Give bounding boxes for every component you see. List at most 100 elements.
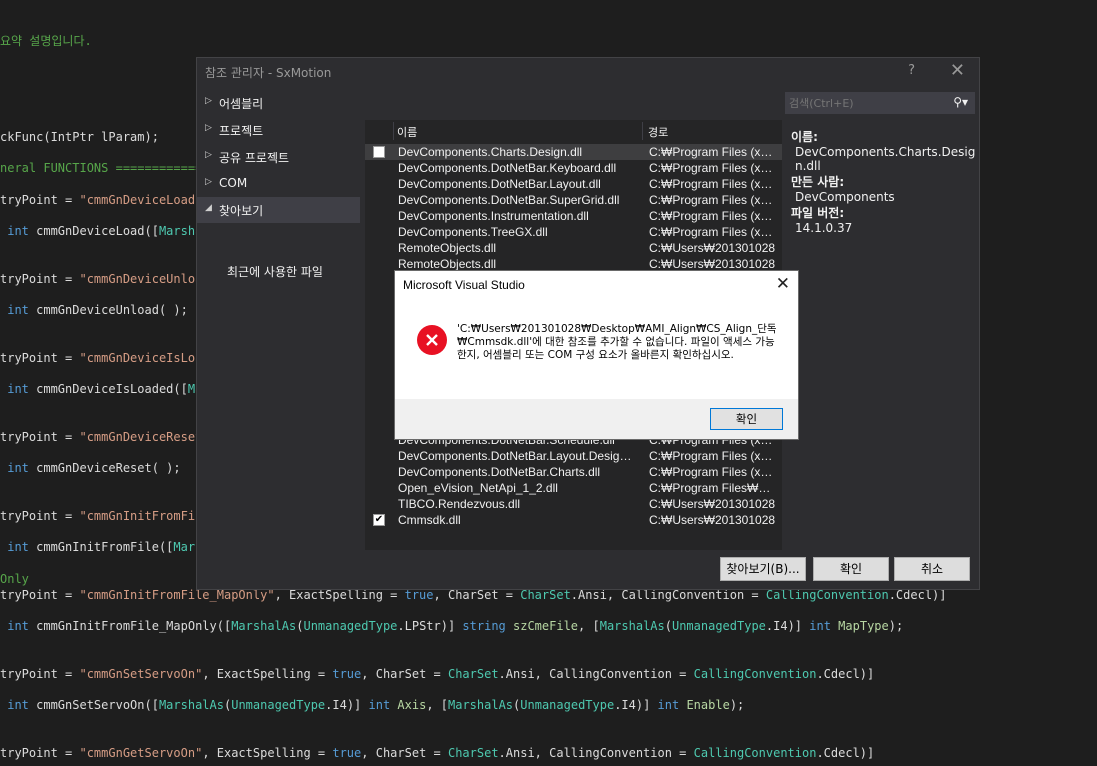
reference-name: Open_eVision_NetApi_1_2.dll bbox=[398, 481, 558, 495]
column-header-path[interactable]: 경로 bbox=[648, 124, 668, 140]
code-token: UnmanagedType bbox=[520, 698, 615, 712]
code-line: int cmmGnSetServoOn([MarshalAs(Unmanaged… bbox=[0, 697, 744, 713]
reference-name: DevComponents.DotNetBar.Layout.Design.dl… bbox=[398, 449, 638, 463]
code-token: neral FUNCTIONS =============== bbox=[0, 161, 224, 175]
code-token: int bbox=[0, 382, 37, 396]
code-token: tryPoint = bbox=[0, 588, 80, 602]
code-token: int bbox=[368, 698, 398, 712]
expand-arrow-icon: ▷ bbox=[205, 177, 212, 187]
list-item[interactable]: DevComponents.DotNetBar.SuperGrid.dll C:₩… bbox=[365, 192, 782, 208]
reference-name: DevComponents.DotNetBar.SuperGrid.dll bbox=[398, 193, 620, 207]
list-item[interactable]: ✔ Cmmsdk.dll C:₩Users₩201301028 bbox=[365, 512, 782, 528]
search-box[interactable]: ⚲▾ bbox=[785, 92, 975, 114]
reference-name: RemoteObjects.dll bbox=[398, 257, 497, 271]
list-item[interactable]: DevComponents.Instrumentation.dll C:₩Prog… bbox=[365, 208, 782, 224]
code-token: , ExactSpelling = bbox=[202, 746, 333, 760]
list-item[interactable]: DevComponents.DotNetBar.Keyboard.dll C:₩P… bbox=[365, 160, 782, 176]
reference-name: DevComponents.DotNetBar.Charts.dll bbox=[398, 465, 601, 479]
reference-name: DevComponents.Instrumentation.dll bbox=[398, 209, 589, 223]
code-token: int bbox=[0, 540, 37, 554]
message-box-title: Microsoft Visual Studio bbox=[403, 278, 525, 292]
reference-path: C:₩Program Files (x86) bbox=[649, 225, 777, 239]
code-token: .Ansi, CallingConvention = bbox=[498, 667, 694, 681]
nav-item-shared-projects[interactable]: ▷ 공유 프로젝트 bbox=[197, 144, 360, 170]
reference-name: DevComponents.TreeGX.dll bbox=[398, 225, 548, 239]
code-token: "cmmGnDeviceReset" bbox=[79, 430, 210, 444]
column-header-name[interactable]: 이름 bbox=[397, 124, 417, 140]
dialog-title: 참조 관리자 - SxMotion bbox=[205, 66, 332, 80]
reference-name: DevComponents.DotNetBar.Keyboard.dll bbox=[398, 161, 617, 175]
code-token: , ExactSpelling = bbox=[274, 588, 405, 602]
code-token: .LPStr)] bbox=[397, 619, 463, 633]
code-token: .Cdecl)] bbox=[816, 667, 875, 681]
nav-item-projects[interactable]: ▷ 프로젝트 bbox=[197, 117, 360, 143]
ok-button[interactable]: 확인 bbox=[813, 557, 889, 581]
code-token: "cmmGnGetServoOn" bbox=[79, 746, 203, 760]
code-token: UnmanagedType bbox=[671, 619, 766, 633]
reference-path: C:₩Program Files (x86) bbox=[649, 465, 777, 479]
code-token: ( bbox=[664, 619, 672, 633]
nav-label: COM bbox=[219, 176, 248, 190]
code-token: "cmmGnInitFromFile bbox=[79, 509, 210, 523]
collapse-arrow-icon: ◢ bbox=[205, 203, 212, 213]
reference-path: C:₩Program Files (x86) bbox=[649, 177, 777, 191]
close-button[interactable]: ✕ bbox=[776, 274, 790, 294]
nav-item-assemblies[interactable]: ▷ 어셈블리 bbox=[197, 90, 360, 116]
code-line: Only bbox=[0, 571, 29, 587]
code-token: ); bbox=[888, 619, 904, 633]
detail-version-label: 파일 버전: bbox=[791, 206, 845, 220]
code-line: tryPoint = "cmmGnSetServoOn", ExactSpell… bbox=[0, 666, 874, 682]
nav-item-browse[interactable]: ◢ 찾아보기 bbox=[197, 197, 360, 223]
code-token: cmmGnDeviceIsLoaded([ bbox=[36, 382, 188, 396]
code-line: int cmmGnInitFromFile([Marsh bbox=[0, 539, 209, 555]
column-divider[interactable] bbox=[642, 122, 643, 140]
nav-item-recent-files[interactable]: 최근에 사용한 파일 bbox=[227, 263, 323, 280]
code-token: 요약 설명입니다. bbox=[0, 34, 92, 48]
search-icon[interactable]: ⚲▾ bbox=[953, 95, 968, 109]
reference-checkbox[interactable]: ✔ bbox=[373, 514, 385, 526]
list-item[interactable]: DevComponents.DotNetBar.Charts.dll C:₩Pro… bbox=[365, 464, 782, 480]
code-token: MapType bbox=[838, 619, 889, 633]
code-token: .I4)] bbox=[614, 698, 658, 712]
list-item[interactable]: RemoteObjects.dll C:₩Users₩201301028 bbox=[365, 240, 782, 256]
column-divider[interactable] bbox=[393, 122, 394, 140]
detail-author-value: DevComponents bbox=[795, 190, 895, 204]
reference-path: C:₩Program Files₩Euresys bbox=[649, 481, 777, 495]
code-line: int cmmGnDeviceReset( ); bbox=[0, 460, 180, 476]
code-token: int bbox=[0, 619, 37, 633]
cancel-button[interactable]: 취소 bbox=[894, 557, 970, 581]
code-token: MarshalAs bbox=[158, 698, 224, 712]
code-token: "cmmGnDeviceUnload bbox=[79, 272, 210, 286]
list-item[interactable]: DevComponents.DotNetBar.Layout.dll C:₩Pro… bbox=[365, 176, 782, 192]
code-token: tryPoint = bbox=[0, 667, 80, 681]
browse-button[interactable]: 찾아보기(B)... bbox=[720, 557, 806, 581]
code-token: .Cdecl)] bbox=[816, 746, 875, 760]
nav-label: 어셈블리 bbox=[219, 97, 264, 111]
code-token: ckFunc(IntPtr lParam); bbox=[0, 130, 159, 144]
reference-path: C:₩Users₩201301028 bbox=[649, 257, 776, 271]
list-item[interactable]: Open_eVision_NetApi_1_2.dll C:₩Program Fi… bbox=[365, 480, 782, 496]
list-item[interactable]: DevComponents.DotNetBar.Layout.Design.dl… bbox=[365, 448, 782, 464]
detail-name-value: DevComponents.Charts.Design.dll bbox=[795, 145, 976, 173]
code-line: int cmmGnDeviceIsLoaded([Mar bbox=[0, 381, 209, 397]
search-input[interactable] bbox=[789, 95, 939, 111]
reference-path: C:₩Program Files (x86) bbox=[649, 161, 777, 175]
detail-author-label: 만든 사람: bbox=[791, 175, 845, 189]
code-token: int bbox=[809, 619, 839, 633]
detail-name-label: 이름: bbox=[791, 130, 818, 144]
code-token: CharSet bbox=[447, 746, 499, 760]
help-button[interactable]: ? bbox=[908, 63, 915, 78]
list-item[interactable]: DevComponents.TreeGX.dll C:₩Program Files… bbox=[365, 224, 782, 240]
code-line: tryPoint = "cmmGnDeviceLoad", bbox=[0, 192, 210, 208]
reference-checkbox[interactable] bbox=[373, 146, 385, 158]
code-token: "cmmGnSetServoOn" bbox=[79, 667, 203, 681]
close-button[interactable]: ✕ bbox=[950, 60, 965, 81]
nav-item-com[interactable]: ▷ COM bbox=[197, 171, 360, 197]
code-line: tryPoint = "cmmGnGetServoOn", ExactSpell… bbox=[0, 745, 874, 761]
list-item[interactable]: DevComponents.Charts.Design.dll C:₩Progra… bbox=[365, 144, 782, 160]
list-item[interactable]: TIBCO.Rendezvous.dll C:₩Users₩201301028 bbox=[365, 496, 782, 512]
code-token: tryPoint = bbox=[0, 351, 80, 365]
ok-button[interactable]: 확인 bbox=[710, 408, 783, 430]
code-token: , CharSet = bbox=[361, 746, 448, 760]
message-text: 'C:₩Users₩201301028₩Desktop₩AMI_Align₩CS… bbox=[457, 323, 777, 361]
